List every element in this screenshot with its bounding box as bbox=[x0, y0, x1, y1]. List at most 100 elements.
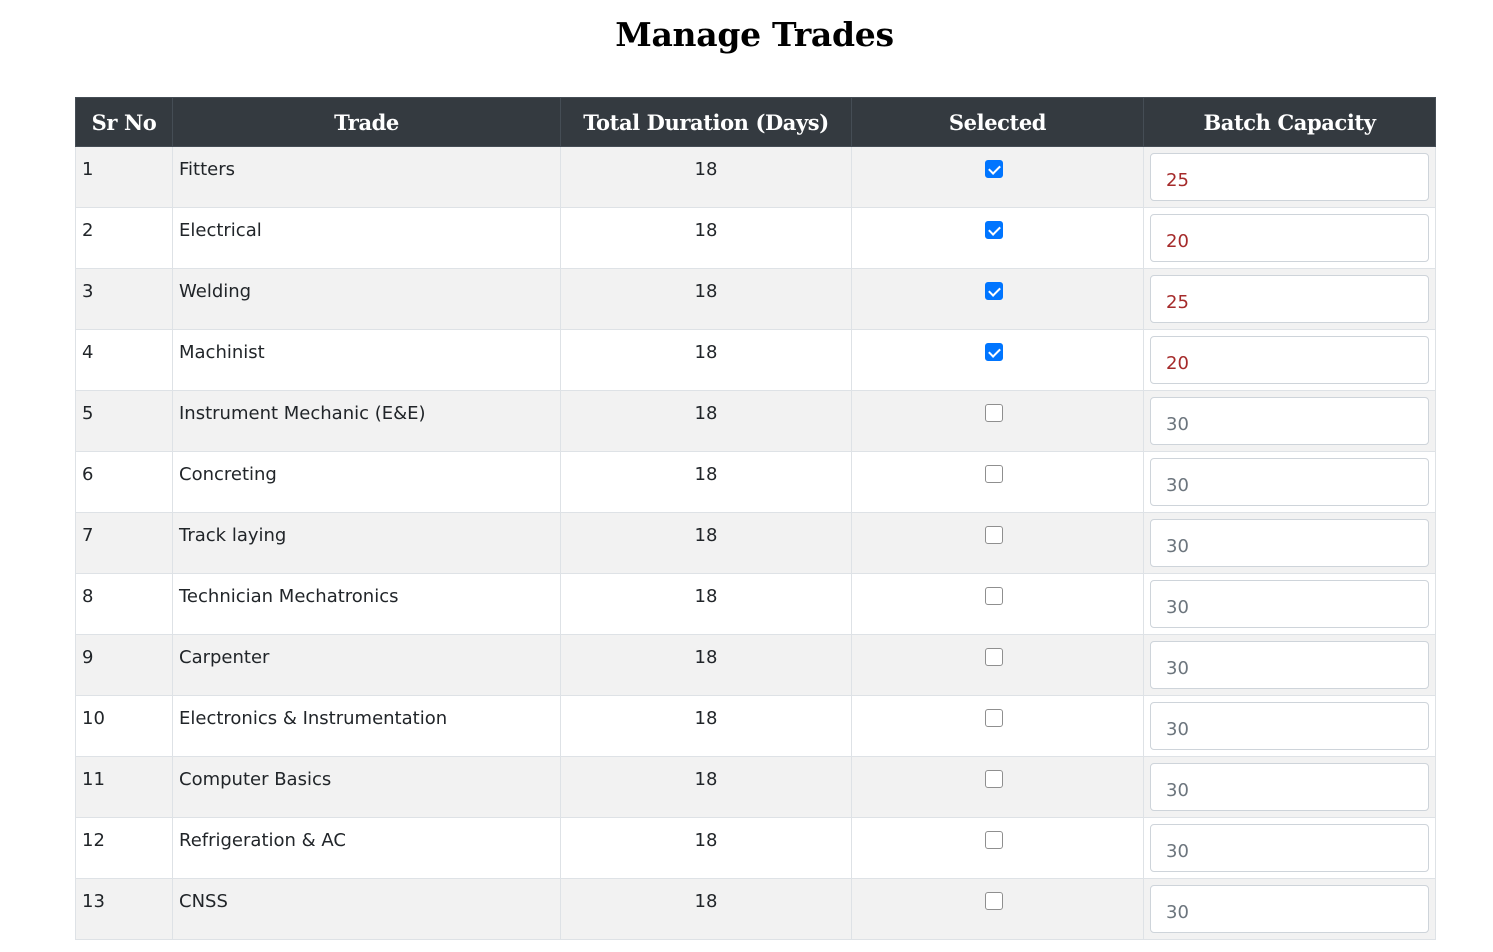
trade-name: Instrument Mechanic (E&E) bbox=[179, 403, 426, 424]
sr-no: 6 bbox=[82, 464, 94, 485]
trade-name: Welding bbox=[179, 281, 252, 302]
table-row: 7 Track laying 18 bbox=[75, 512, 1436, 574]
batch-capacity-input[interactable] bbox=[1150, 458, 1429, 506]
duration-cell: 18 bbox=[560, 146, 852, 208]
sr-no: 8 bbox=[82, 586, 94, 607]
header-selected: Selected bbox=[851, 97, 1144, 147]
trade-cell: Concreting bbox=[172, 451, 561, 513]
trade-cell: Technician Mechatronics bbox=[172, 573, 561, 635]
trade-cell: Carpenter bbox=[172, 634, 561, 696]
batch-capacity-input[interactable] bbox=[1150, 519, 1429, 567]
batch-capacity-input[interactable] bbox=[1150, 275, 1429, 323]
sr-no-cell: 3 bbox=[75, 268, 173, 330]
batch-capacity-input[interactable] bbox=[1150, 397, 1429, 445]
sr-no: 5 bbox=[82, 403, 94, 424]
selected-cell bbox=[851, 756, 1144, 818]
selected-checkbox[interactable] bbox=[984, 587, 1003, 605]
trade-cell: Track laying bbox=[172, 512, 561, 574]
selected-checkbox[interactable] bbox=[984, 160, 1003, 178]
selected-checkbox[interactable] bbox=[984, 709, 1003, 727]
selected-checkbox[interactable] bbox=[984, 526, 1003, 544]
sr-no-cell: 4 bbox=[75, 329, 173, 391]
selected-cell bbox=[851, 329, 1144, 391]
duration-cell: 18 bbox=[560, 268, 852, 330]
selected-checkbox[interactable] bbox=[984, 770, 1003, 788]
capacity-cell bbox=[1143, 756, 1436, 818]
duration-value: 18 bbox=[694, 403, 718, 424]
trade-name: Track laying bbox=[179, 525, 287, 546]
trade-cell: Fitters bbox=[172, 146, 561, 208]
table-row: 9 Carpenter 18 bbox=[75, 634, 1436, 696]
capacity-cell bbox=[1143, 451, 1436, 513]
table-row: 3 Welding 18 bbox=[75, 268, 1436, 330]
selected-cell bbox=[851, 451, 1144, 513]
selected-cell bbox=[851, 268, 1144, 330]
batch-capacity-input[interactable] bbox=[1150, 153, 1429, 201]
duration-cell: 18 bbox=[560, 817, 852, 879]
trade-name: CNSS bbox=[179, 891, 228, 912]
batch-capacity-input[interactable] bbox=[1150, 214, 1429, 262]
batch-capacity-input[interactable] bbox=[1150, 763, 1429, 811]
capacity-cell bbox=[1143, 390, 1436, 452]
capacity-cell bbox=[1143, 268, 1436, 330]
trade-cell: Welding bbox=[172, 268, 561, 330]
selected-checkbox[interactable] bbox=[984, 831, 1003, 849]
sr-no-cell: 1 bbox=[75, 146, 173, 208]
table-row: 13 CNSS 18 bbox=[75, 878, 1436, 940]
capacity-cell bbox=[1143, 878, 1436, 940]
selected-cell bbox=[851, 390, 1144, 452]
selected-cell bbox=[851, 573, 1144, 635]
trade-cell: Computer Basics bbox=[172, 756, 561, 818]
duration-cell: 18 bbox=[560, 878, 852, 940]
sr-no: 9 bbox=[82, 647, 94, 668]
table-row: 6 Concreting 18 bbox=[75, 451, 1436, 513]
duration-cell: 18 bbox=[560, 695, 852, 757]
selected-cell bbox=[851, 146, 1144, 208]
table-row: 10 Electronics & Instrumentation 18 bbox=[75, 695, 1436, 757]
header-trade: Trade bbox=[172, 97, 561, 147]
batch-capacity-input[interactable] bbox=[1150, 702, 1429, 750]
duration-value: 18 bbox=[694, 464, 718, 485]
duration-cell: 18 bbox=[560, 573, 852, 635]
sr-no: 2 bbox=[82, 220, 94, 241]
selected-checkbox[interactable] bbox=[984, 892, 1003, 910]
selected-cell bbox=[851, 634, 1144, 696]
selected-checkbox[interactable] bbox=[984, 343, 1003, 361]
table-row: 11 Computer Basics 18 bbox=[75, 756, 1436, 818]
selected-cell bbox=[851, 207, 1144, 269]
batch-capacity-input[interactable] bbox=[1150, 824, 1429, 872]
duration-value: 18 bbox=[694, 525, 718, 546]
duration-value: 18 bbox=[694, 159, 718, 180]
trade-cell: Instrument Mechanic (E&E) bbox=[172, 390, 561, 452]
duration-cell: 18 bbox=[560, 329, 852, 391]
duration-cell: 18 bbox=[560, 390, 852, 452]
batch-capacity-input[interactable] bbox=[1150, 580, 1429, 628]
trade-name: Concreting bbox=[179, 464, 277, 485]
selected-checkbox[interactable] bbox=[984, 648, 1003, 666]
selected-checkbox[interactable] bbox=[984, 282, 1003, 300]
duration-value: 18 bbox=[694, 586, 718, 607]
batch-capacity-input[interactable] bbox=[1150, 885, 1429, 933]
selected-checkbox[interactable] bbox=[984, 465, 1003, 483]
duration-value: 18 bbox=[694, 769, 718, 790]
table-row: 12 Refrigeration & AC 18 bbox=[75, 817, 1436, 879]
selected-checkbox[interactable] bbox=[984, 404, 1003, 422]
page-title: Manage Trades bbox=[615, 15, 894, 54]
sr-no-cell: 6 bbox=[75, 451, 173, 513]
trade-name: Technician Mechatronics bbox=[179, 586, 399, 607]
trade-cell: Electrical bbox=[172, 207, 561, 269]
duration-cell: 18 bbox=[560, 634, 852, 696]
trade-name: Carpenter bbox=[179, 647, 270, 668]
sr-no-cell: 5 bbox=[75, 390, 173, 452]
duration-value: 18 bbox=[694, 220, 718, 241]
sr-no: 13 bbox=[82, 891, 105, 912]
sr-no: 1 bbox=[82, 159, 94, 180]
selected-checkbox[interactable] bbox=[984, 221, 1003, 239]
table-body: 1 Fitters 18 2 Electrical 18 3 Welding 18 4 Machin… bbox=[75, 146, 1436, 940]
duration-value: 18 bbox=[694, 647, 718, 668]
batch-capacity-input[interactable] bbox=[1150, 641, 1429, 689]
batch-capacity-input[interactable] bbox=[1150, 336, 1429, 384]
header-total-duration: Total Duration (Days) bbox=[560, 97, 852, 147]
trade-name: Refrigeration & AC bbox=[179, 830, 346, 851]
capacity-cell bbox=[1143, 695, 1436, 757]
